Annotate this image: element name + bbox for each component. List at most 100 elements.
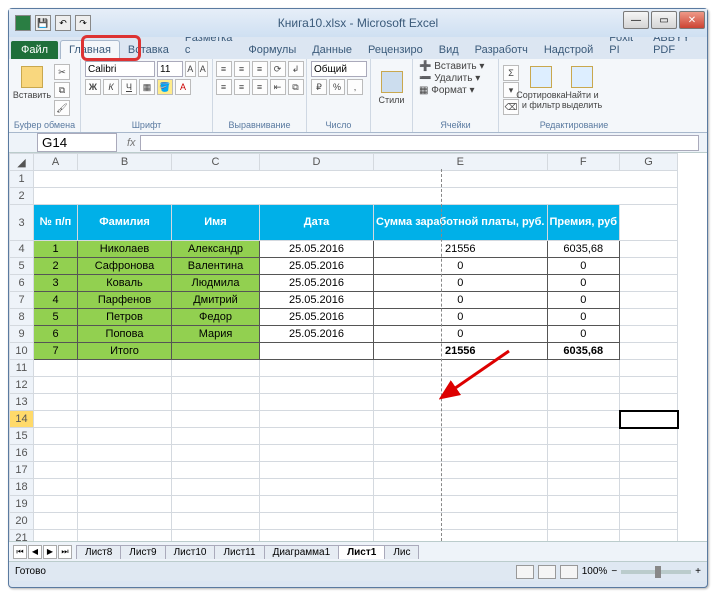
underline-button[interactable]: Ч: [121, 79, 137, 95]
cell[interactable]: [620, 530, 678, 542]
font-size-select[interactable]: [157, 61, 183, 77]
maximize-button[interactable]: ▭: [651, 11, 677, 29]
row-header[interactable]: 15: [10, 428, 34, 445]
sheet-tab[interactable]: Лист10: [165, 545, 216, 559]
row-header[interactable]: 3: [10, 205, 34, 241]
zoom-slider[interactable]: [621, 570, 691, 574]
sheet-tab[interactable]: Диаграмма1: [264, 545, 340, 559]
cell[interactable]: Дмитрий: [172, 292, 260, 309]
italic-button[interactable]: К: [103, 79, 119, 95]
align-bot-icon[interactable]: ≡: [252, 61, 268, 77]
font-color-button[interactable]: A: [175, 79, 191, 95]
row-header[interactable]: 5: [10, 258, 34, 275]
formula-bar[interactable]: [140, 135, 699, 151]
row-header[interactable]: 9: [10, 326, 34, 343]
cell[interactable]: 0: [547, 292, 620, 309]
cell[interactable]: 5: [34, 309, 78, 326]
row-header[interactable]: 10: [10, 343, 34, 360]
cell[interactable]: 0: [374, 258, 548, 275]
cell[interactable]: 0: [374, 292, 548, 309]
tab-insert[interactable]: Вставка: [120, 41, 177, 59]
cell[interactable]: 25.05.2016: [260, 241, 374, 258]
worksheet-area[interactable]: ◢ A B C D E F G 1 2 3 № п/п Фамилия Имя …: [9, 153, 707, 541]
cell[interactable]: 0: [547, 309, 620, 326]
row-header[interactable]: 6: [10, 275, 34, 292]
col-header-E[interactable]: E: [374, 154, 548, 171]
percent-icon[interactable]: %: [329, 79, 345, 95]
cell[interactable]: Валентина: [172, 258, 260, 275]
select-all-button[interactable]: ◢: [10, 154, 34, 171]
cell[interactable]: 2: [34, 258, 78, 275]
close-button[interactable]: ✕: [679, 11, 705, 29]
cell[interactable]: [620, 309, 678, 326]
zoom-in-button[interactable]: +: [695, 566, 701, 577]
view-break-icon[interactable]: [560, 565, 578, 579]
format-painter-icon[interactable]: 🖌: [54, 100, 70, 116]
cell[interactable]: [620, 343, 678, 360]
col-header-C[interactable]: C: [172, 154, 260, 171]
sheet-nav-next[interactable]: ▶: [43, 545, 57, 559]
sheet-tab[interactable]: Лист11: [214, 545, 264, 559]
row-header[interactable]: 13: [10, 394, 34, 411]
cell[interactable]: Александр: [172, 241, 260, 258]
cell[interactable]: 25.05.2016: [260, 309, 374, 326]
row-header[interactable]: 16: [10, 445, 34, 462]
minimize-button[interactable]: —: [623, 11, 649, 29]
cell[interactable]: [620, 428, 678, 445]
cell[interactable]: 25.05.2016: [260, 275, 374, 292]
find-select-button[interactable]: Найти и выделить: [563, 64, 601, 116]
table-header[interactable]: № п/п: [34, 205, 78, 241]
align-top-icon[interactable]: ≡: [216, 61, 232, 77]
cell[interactable]: [620, 258, 678, 275]
cell[interactable]: 0: [374, 326, 548, 343]
cell[interactable]: [620, 513, 678, 530]
tab-data[interactable]: Данные: [304, 41, 360, 59]
col-header-A[interactable]: A: [34, 154, 78, 171]
row-header[interactable]: 7: [10, 292, 34, 309]
tab-home[interactable]: Главная: [60, 40, 120, 59]
cell[interactable]: Парфенов: [78, 292, 172, 309]
cell[interactable]: 25.05.2016: [260, 258, 374, 275]
row-header[interactable]: 20: [10, 513, 34, 530]
cut-icon[interactable]: ✂: [54, 64, 70, 80]
cell[interactable]: 25.05.2016: [260, 326, 374, 343]
cell[interactable]: [620, 479, 678, 496]
row-header[interactable]: 19: [10, 496, 34, 513]
sheet-nav-last[interactable]: ⏭: [58, 545, 72, 559]
sheet-tab[interactable]: Лис: [384, 545, 419, 559]
undo-icon[interactable]: ↶: [55, 15, 71, 31]
row-header[interactable]: 12: [10, 377, 34, 394]
col-header-F[interactable]: F: [547, 154, 620, 171]
cell[interactable]: 7: [34, 343, 78, 360]
cell[interactable]: 0: [374, 309, 548, 326]
border-button[interactable]: ▦: [139, 79, 155, 95]
col-header-G[interactable]: G: [620, 154, 678, 171]
orientation-icon[interactable]: ⟳: [270, 61, 286, 77]
table-header[interactable]: Премия, руб: [547, 205, 620, 241]
cell[interactable]: 0: [547, 258, 620, 275]
tab-developer[interactable]: Разработч: [467, 41, 536, 59]
grow-font-icon[interactable]: A: [185, 61, 196, 77]
tab-view[interactable]: Вид: [431, 41, 467, 59]
row-header[interactable]: 8: [10, 309, 34, 326]
row-header[interactable]: 14: [10, 411, 34, 428]
tab-addins[interactable]: Надстрой: [536, 41, 601, 59]
name-box[interactable]: [37, 133, 117, 152]
cell[interactable]: 6: [34, 326, 78, 343]
cell[interactable]: Мария: [172, 326, 260, 343]
cell[interactable]: 21556: [374, 241, 548, 258]
align-right-icon[interactable]: ≡: [252, 79, 268, 95]
currency-icon[interactable]: ₽: [311, 79, 327, 95]
row-header[interactable]: 4: [10, 241, 34, 258]
tab-file[interactable]: Файл: [11, 41, 58, 59]
tab-review[interactable]: Рецензиро: [360, 41, 431, 59]
row-header[interactable]: 21: [10, 530, 34, 542]
cell[interactable]: 0: [547, 326, 620, 343]
cell[interactable]: [620, 462, 678, 479]
table-header[interactable]: Сумма заработной платы, руб.: [374, 205, 548, 241]
cell[interactable]: [620, 241, 678, 258]
cell[interactable]: 25.05.2016: [260, 292, 374, 309]
cell[interactable]: [620, 275, 678, 292]
cell[interactable]: 6035,68: [547, 241, 620, 258]
row-header[interactable]: 11: [10, 360, 34, 377]
